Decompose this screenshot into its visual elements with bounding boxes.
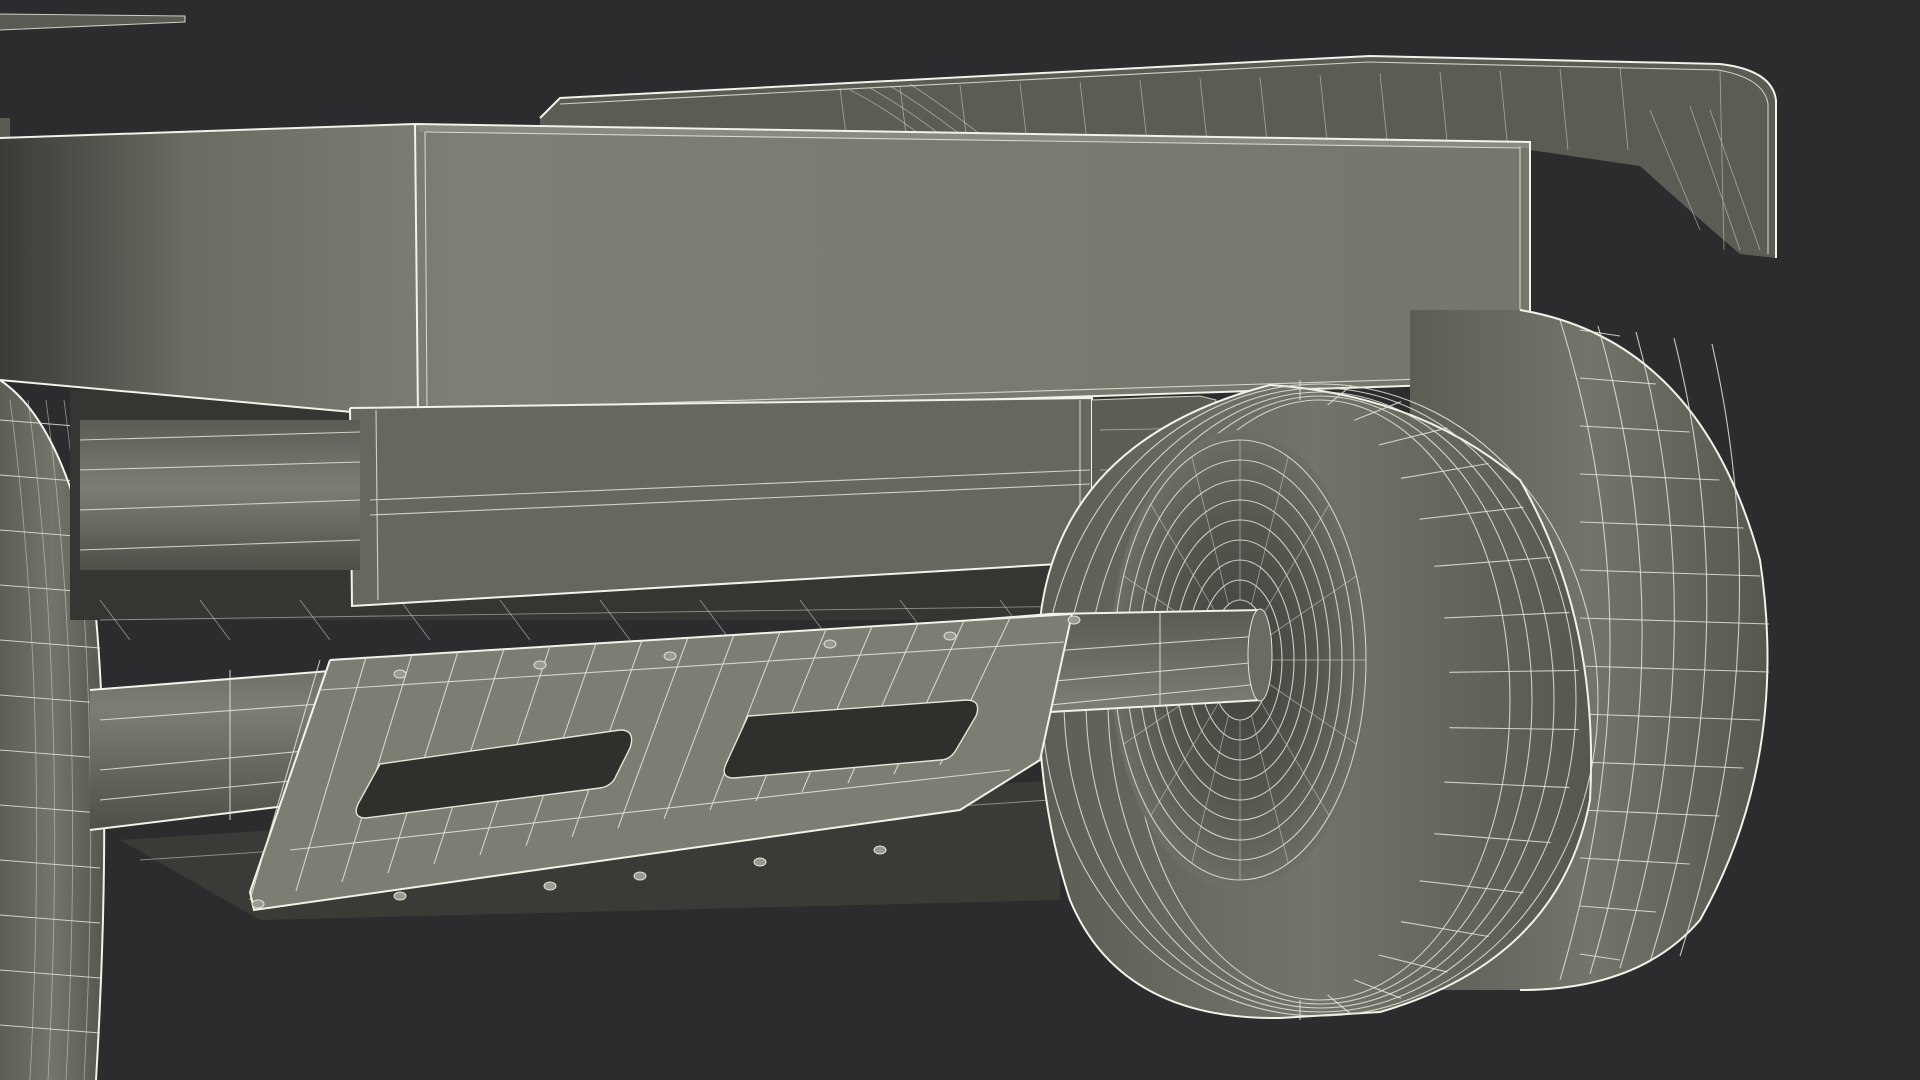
bolt	[753, 857, 767, 867]
bolt	[633, 871, 647, 881]
bolt	[823, 639, 837, 649]
bolt	[873, 845, 887, 855]
wireframe-render	[0, 13, 1777, 1080]
upper-fragment	[0, 13, 186, 138]
bolt	[943, 631, 957, 641]
bolt	[251, 899, 265, 909]
bolt	[663, 651, 677, 661]
render-viewport	[0, 0, 1920, 1080]
bolt	[393, 669, 407, 679]
left-cylinder	[79, 420, 361, 570]
bolt	[1067, 615, 1081, 625]
bolt	[543, 881, 557, 891]
bolt	[393, 891, 407, 901]
bolt	[533, 660, 547, 670]
main-box	[0, 122, 1531, 420]
